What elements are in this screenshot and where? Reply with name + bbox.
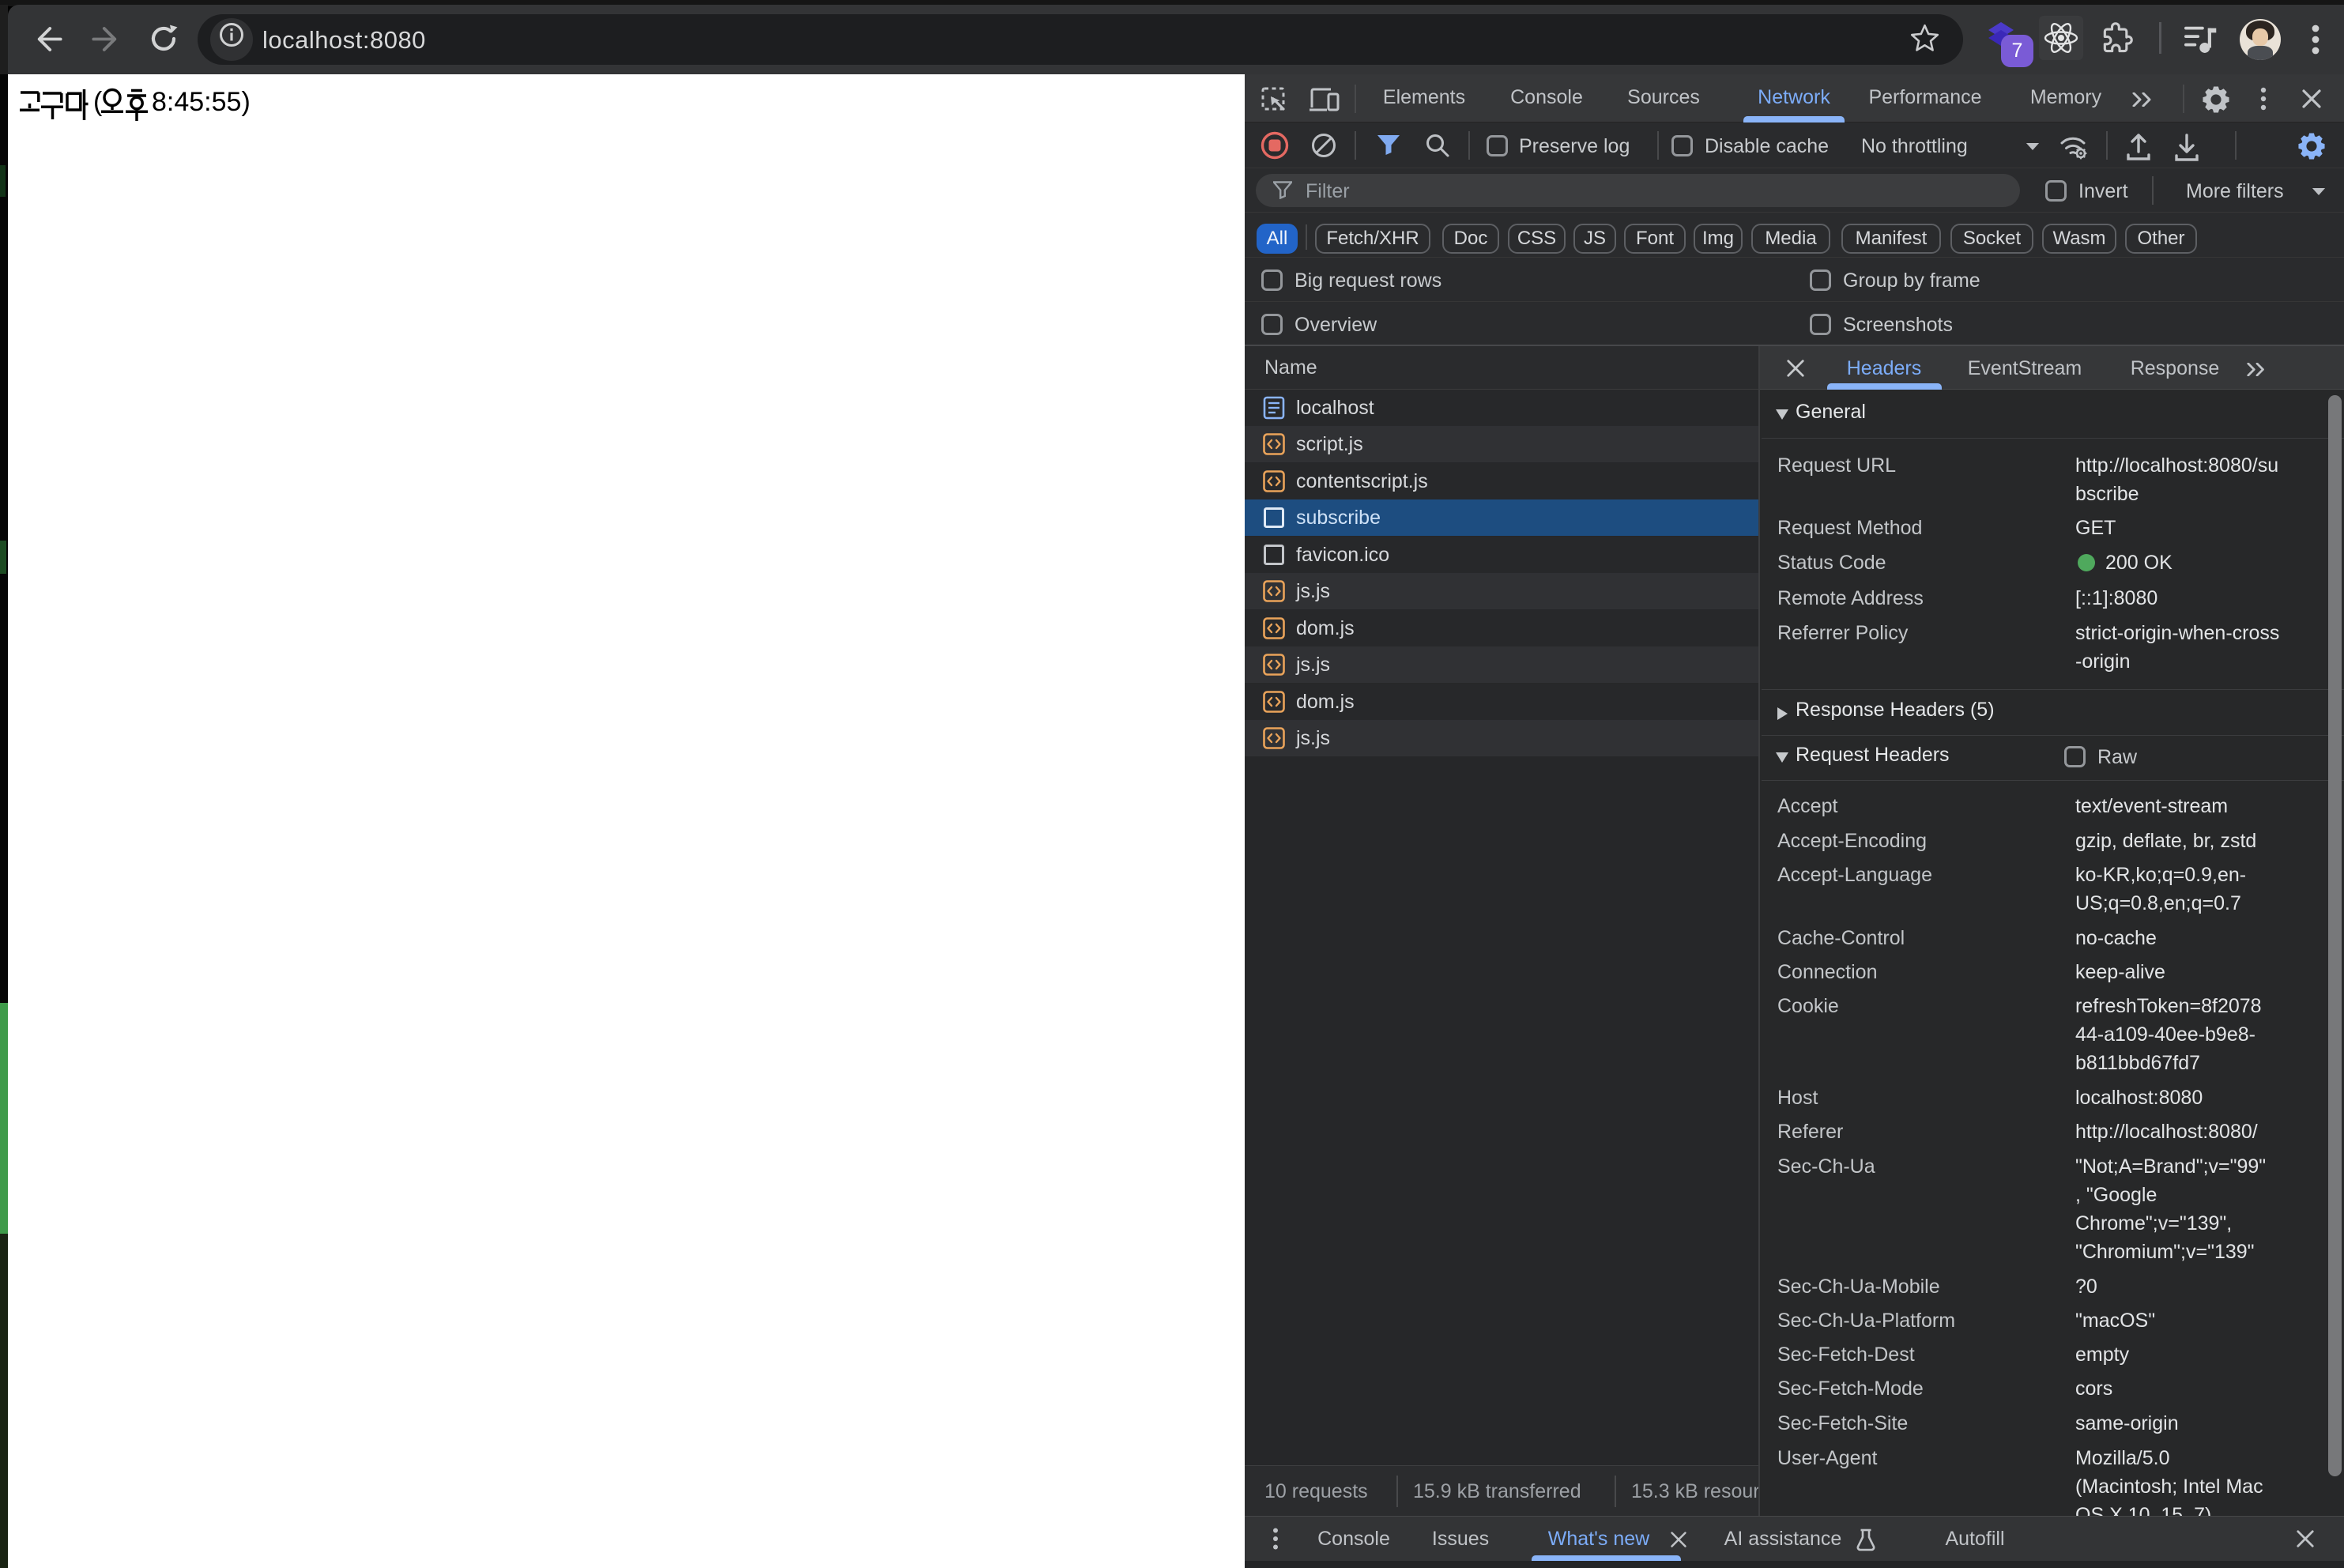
svg-text:(: ( (93, 87, 103, 117)
svg-text:8:45:55): 8:45:55) (152, 87, 249, 117)
